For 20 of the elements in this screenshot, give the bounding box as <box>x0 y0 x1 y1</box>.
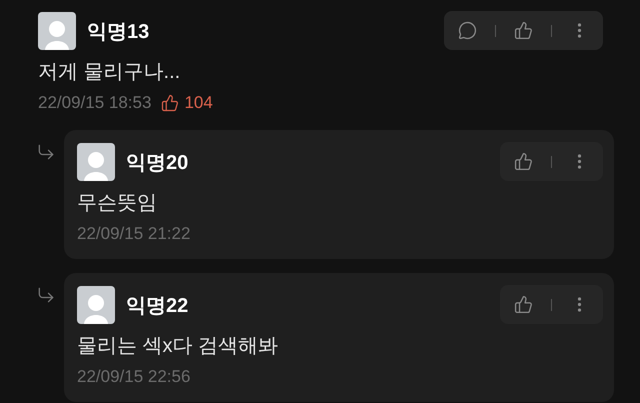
author-name: 익명20 <box>126 150 188 176</box>
like-count: 104 <box>184 93 213 113</box>
like-icon[interactable] <box>514 295 533 314</box>
comment-time: 22/09/15 22:56 <box>77 367 190 387</box>
avatar-icon <box>38 12 76 50</box>
comment-text: 저게 물리구나... <box>38 61 182 83</box>
like-icon[interactable] <box>514 21 533 40</box>
avatar-icon <box>77 143 115 181</box>
reply-icon[interactable] <box>458 21 477 40</box>
comment-text: 무슨뜻임 <box>77 192 158 214</box>
author-name: 익명22 <box>126 294 188 318</box>
comment-time: 22/09/15 21:22 <box>77 224 190 244</box>
avatar-icon <box>77 286 115 324</box>
reply-arrow-icon <box>36 285 56 305</box>
author-name: 익명13 <box>87 20 150 44</box>
like-icon[interactable] <box>514 152 533 171</box>
comment-time: 22/09/15 18:53 <box>38 93 152 113</box>
comment-text: 물리는 섹x다 검색해봐 <box>77 335 280 357</box>
reply-arrow-icon <box>36 142 56 162</box>
like-icon <box>161 94 180 112</box>
